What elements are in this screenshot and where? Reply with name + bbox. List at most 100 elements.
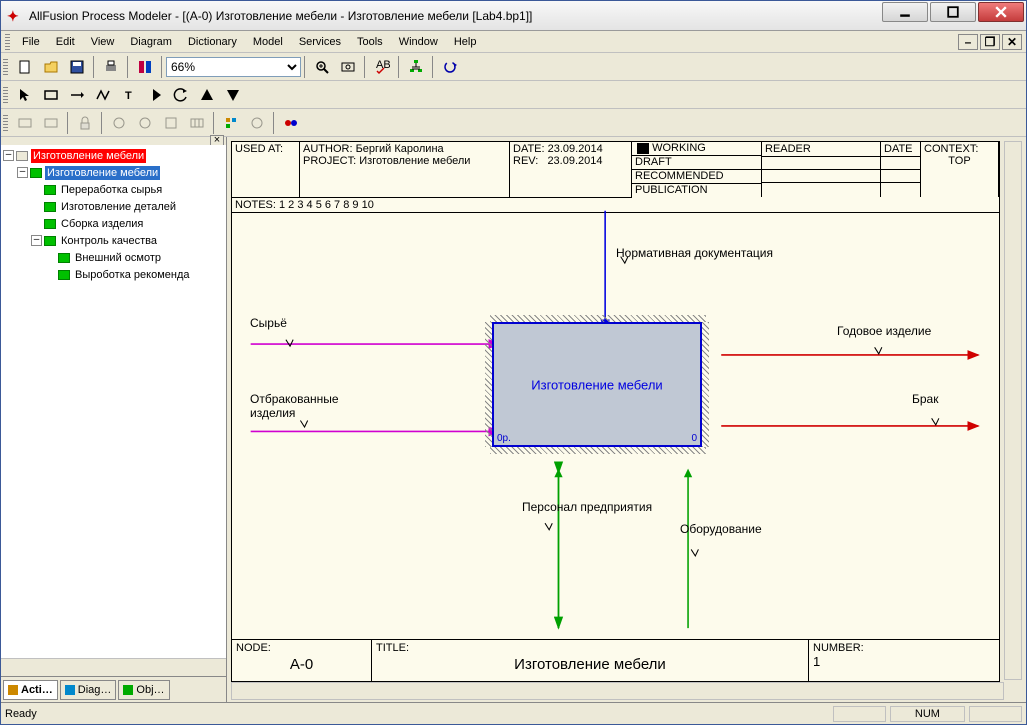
collapse-icon[interactable]: – [17, 167, 28, 178]
menu-diagram[interactable]: Diagram [122, 34, 180, 50]
svc4-button[interactable] [133, 111, 157, 135]
menu-dictionary[interactable]: Dictionary [180, 34, 245, 50]
canvas-hscroll[interactable] [231, 682, 1004, 700]
arrow-label-mech1[interactable]: Персонал предприятия [522, 500, 652, 514]
tree-node[interactable]: – Изготовление мебели [3, 164, 224, 181]
explorer-hscroll[interactable] [1, 658, 226, 676]
maximize-button[interactable] [930, 2, 976, 22]
menu-view[interactable]: View [83, 34, 123, 50]
tree-node[interactable]: Внешний осмотр [3, 249, 224, 266]
svc2-button[interactable] [39, 111, 63, 135]
save-button[interactable] [65, 55, 89, 79]
svc1-button[interactable] [13, 111, 37, 135]
menu-help[interactable]: Help [446, 34, 485, 50]
grip[interactable] [3, 87, 8, 103]
activity-label: Изготовление мебели [494, 377, 700, 392]
child-tool[interactable] [221, 83, 245, 107]
tree-label[interactable]: Изготовление мебели [45, 166, 160, 180]
new-button[interactable] [13, 55, 37, 79]
collapse-icon[interactable]: – [3, 150, 14, 161]
canvas-vscroll[interactable] [1004, 141, 1022, 680]
hdate-cell: DATE [881, 142, 921, 197]
svc8-button[interactable] [245, 111, 269, 135]
activity-icon [44, 185, 56, 195]
tree-node[interactable]: Изготовление деталей [3, 198, 224, 215]
tab-diagrams[interactable]: Diag… [60, 680, 117, 700]
diagram-sheet[interactable]: USED AT: AUTHOR: Бергий Каролина PROJECT… [231, 141, 1000, 682]
tab-objects[interactable]: Obj… [118, 680, 169, 700]
parent-tool[interactable] [195, 83, 219, 107]
arrow-label-control[interactable]: Нормативная документация [616, 246, 773, 260]
svc5-button[interactable] [159, 111, 183, 135]
model-explorer-button[interactable] [133, 55, 157, 79]
menu-window[interactable]: Window [391, 34, 446, 50]
menu-tools[interactable]: Tools [349, 34, 391, 50]
usedat-cell: USED AT: [232, 142, 300, 197]
toolbar-standard: 66% ABC [1, 53, 1026, 81]
zoom-select[interactable]: 66% [166, 57, 301, 77]
activity-icon [58, 270, 70, 280]
print-button[interactable] [99, 55, 123, 79]
svc6-button[interactable] [185, 111, 209, 135]
tree-node[interactable]: Выроботка рекоменда [3, 266, 224, 283]
idef0-drawing[interactable]: Изготовление мебели 0р. 0 Сырьё Отбраков… [232, 202, 999, 639]
arrow-label-input2[interactable]: Отбракованные изделия [250, 392, 350, 420]
menu-edit[interactable]: Edit [48, 34, 83, 50]
spellcheck-button[interactable]: ABC [370, 55, 394, 79]
node-cell: NODE:A-0 [232, 640, 372, 681]
arrow-label-output1[interactable]: Годовое изделие [837, 324, 931, 338]
tree-root[interactable]: – Изготовление мебели [3, 147, 224, 164]
collapse-icon[interactable]: – [31, 235, 42, 246]
menu-services[interactable]: Services [291, 34, 349, 50]
tree-label[interactable]: Изготовление деталей [59, 200, 178, 214]
arrow-label-mech2[interactable]: Оборудование [680, 522, 762, 536]
arrow-label-input1[interactable]: Сырьё [250, 316, 287, 330]
model-tree-button[interactable] [404, 55, 428, 79]
tree-node[interactable]: – Контроль качества [3, 232, 224, 249]
zoom-in-button[interactable] [310, 55, 334, 79]
open-button[interactable] [39, 55, 63, 79]
arrow-label-output2[interactable]: Брак [912, 392, 938, 406]
mdi-restore-button[interactable]: ❐ [980, 34, 1000, 50]
svc9-button[interactable] [279, 111, 303, 135]
pointer-tool[interactable] [13, 83, 37, 107]
tree-label[interactable]: Внешний осмотр [73, 251, 163, 265]
close-button[interactable] [978, 2, 1024, 22]
tree-label[interactable]: Переработка сырья [59, 183, 164, 197]
grip[interactable] [5, 34, 10, 50]
squiggle-tool[interactable] [91, 83, 115, 107]
svg-text:T: T [125, 90, 132, 102]
tree-label[interactable]: Выроботка рекоменда [73, 268, 192, 282]
lock-button[interactable] [73, 111, 97, 135]
activity-box-tool[interactable] [39, 83, 63, 107]
tree-node[interactable]: Переработка сырья [3, 181, 224, 198]
refresh-button[interactable] [438, 55, 462, 79]
tree-label[interactable]: Изготовление мебели [31, 149, 146, 163]
tree-label[interactable]: Контроль качества [59, 234, 159, 248]
date-cell: DATE: 23.09.2014 REV: 23.09.2014 [510, 142, 632, 197]
mdi-close-button[interactable]: ✕ [1002, 34, 1022, 50]
menu-model[interactable]: Model [245, 34, 291, 50]
activity-corner-right: 0 [691, 433, 697, 444]
tunnel-hatch [485, 322, 492, 447]
grip[interactable] [3, 59, 8, 75]
svc7-button[interactable] [219, 111, 243, 135]
diagram-nav-tool[interactable] [143, 83, 167, 107]
minimize-button[interactable] [882, 2, 928, 22]
window-title: AllFusion Process Modeler - [(A-0) Изгот… [29, 9, 882, 23]
tree[interactable]: – Изготовление мебели – Изготовление меб… [1, 145, 226, 658]
zoom-fit-button[interactable] [336, 55, 360, 79]
tab-activities[interactable]: Acti… [3, 680, 58, 700]
mdi-minimize-button[interactable]: – [958, 34, 978, 50]
activity-box[interactable]: Изготовление мебели 0р. 0 [492, 322, 702, 447]
tree-node[interactable]: Сборка изделия [3, 215, 224, 232]
arrow-tool[interactable] [65, 83, 89, 107]
svc3-button[interactable] [107, 111, 131, 135]
grip[interactable] [3, 115, 8, 131]
undo-tool[interactable] [169, 83, 193, 107]
tree-label[interactable]: Сборка изделия [59, 217, 145, 231]
menu-file[interactable]: File [14, 34, 48, 50]
text-tool[interactable]: T [117, 83, 141, 107]
status-pane [969, 706, 1022, 722]
toolbars: 66% ABC T [1, 53, 1026, 137]
